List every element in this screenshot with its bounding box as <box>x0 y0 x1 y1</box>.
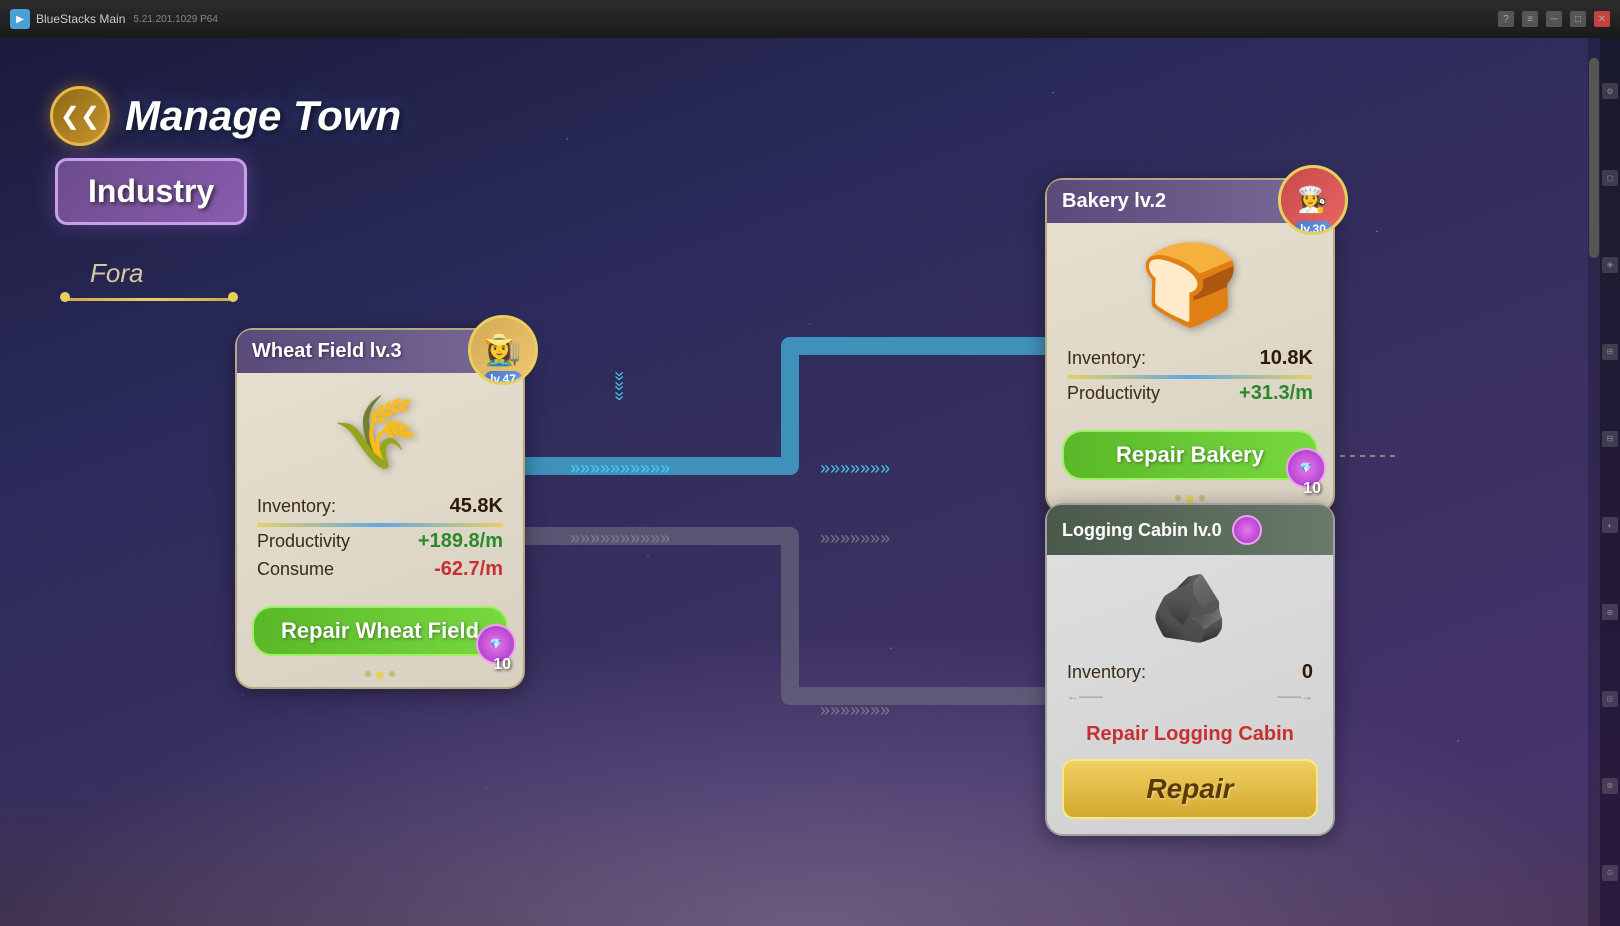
fora-dot-right <box>228 292 238 302</box>
page-title: Manage Town <box>125 92 401 140</box>
logging-card-title: Logging Cabin lv.0 <box>1062 520 1222 541</box>
wheat-icon-area: 🌾 <box>237 373 523 495</box>
bakery-character-avatar: 👩‍🍳 lv.30 <box>1278 165 1348 235</box>
bakery-card-title: Bakery lv.2 <box>1062 190 1166 212</box>
sidebar-icon-3[interactable]: ◈ <box>1602 257 1618 273</box>
wheat-stats: Inventory: 45.8K Productivity +189.8/m C… <box>237 495 523 596</box>
close-btn[interactable]: ✕ <box>1594 11 1610 27</box>
bakery-inventory-label: Inventory: <box>1067 348 1146 369</box>
app-icon: ▶ <box>10 9 30 29</box>
background-trees <box>0 776 1600 926</box>
bakery-card: Bakery lv.2 👩‍🍳 lv.30 🍞 Inventory: 10.8K… <box>1045 178 1335 513</box>
app-name: BlueStacks Main <box>36 12 125 26</box>
logs-icon-area: 🪨 <box>1047 555 1333 661</box>
svg-text:»»»: »»» <box>610 371 630 401</box>
bakery-inventory-bar <box>1067 375 1313 379</box>
logging-stats: Inventory: 0 ←—— ——→ <box>1047 661 1333 718</box>
wheat-character-avatar: 👩‍🌾 lv.47 <box>468 315 538 385</box>
sidebar-icon-7[interactable]: ⊕ <box>1602 604 1618 620</box>
productivity-label: Productivity <box>257 531 350 552</box>
svg-text:»»»»»»»: »»»»»»» <box>820 528 890 548</box>
logging-inventory-row: Inventory: 0 <box>1067 661 1313 684</box>
inventory-value: 45.8K <box>450 495 503 518</box>
bakery-productivity-label: Productivity <box>1067 383 1160 404</box>
bakery-dot-center <box>1186 495 1194 503</box>
logging-inventory-label: Inventory: <box>1067 662 1146 683</box>
bread-icon: 🍞 <box>1047 223 1333 347</box>
industry-button-label: Industry <box>88 173 214 209</box>
bakery-productivity-row: Productivity +31.3/m <box>1067 382 1313 405</box>
back-button[interactable]: ❮❮ <box>50 86 110 146</box>
menu-btn[interactable]: ≡ <box>1522 11 1538 27</box>
repair-wheat-button[interactable]: Repair Wheat Field 💎 10 <box>252 606 508 656</box>
scrollbar-thumb[interactable] <box>1589 58 1599 258</box>
productivity-value: +189.8/m <box>418 530 503 553</box>
question-btn[interactable]: ? <box>1498 11 1514 27</box>
consume-value: -62.7/m <box>434 558 503 581</box>
logging-inventory-value: 0 <box>1302 661 1313 684</box>
repair-logging-btn-label: Repair <box>1146 773 1233 804</box>
bakery-inventory-value: 10.8K <box>1260 347 1313 370</box>
sidebar-icon-2[interactable]: ⬡ <box>1602 170 1618 186</box>
inventory-bar <box>257 523 503 527</box>
bakery-dot-2 <box>1199 495 1205 501</box>
bakery-stats: Inventory: 10.8K Productivity +31.3/m <box>1047 347 1333 420</box>
logging-gem-icon <box>1232 515 1262 545</box>
back-icon: ❮❮ <box>60 102 100 131</box>
repair-bakery-button[interactable]: Repair Bakery 💎 10 <box>1062 430 1318 480</box>
wheat-gem-cost: 10 <box>493 656 511 674</box>
maximize-btn[interactable]: □ <box>1570 11 1586 27</box>
title-bar: ▶ BlueStacks Main 5.21.201.1029 P64 ? ≡ … <box>0 0 1620 38</box>
bakery-dot-1 <box>1175 495 1181 501</box>
window-controls: ? ≡ ─ □ ✕ <box>1498 11 1610 27</box>
consume-label: Consume <box>257 559 334 580</box>
repair-bakery-label: Repair Bakery <box>1116 442 1264 467</box>
character-face-icon: 👩‍🌾 <box>484 333 521 368</box>
wheat-card-bottom-dots <box>237 671 523 687</box>
wheat-crop-icon: 🌾 <box>251 363 510 506</box>
sidebar-icon-10[interactable]: ⊙ <box>1602 865 1618 881</box>
sidebar-icon-9[interactable]: ⊗ <box>1602 778 1618 794</box>
fora-label: Fora <box>90 258 143 289</box>
bakery-inventory-row: Inventory: 10.8K <box>1067 347 1313 370</box>
wheat-card-title: Wheat Field lv.3 <box>252 340 402 363</box>
scrollbar[interactable] <box>1588 38 1600 926</box>
bread-icon-area: 🍞 <box>1047 223 1333 347</box>
app-version: 5.21.201.1029 P64 <box>133 14 218 25</box>
repair-logging-label: Repair Logging Cabin <box>1047 718 1333 751</box>
svg-text:»»»»»»»: »»»»»»» <box>820 458 890 478</box>
repair-wheat-label: Repair Wheat Field <box>281 618 479 643</box>
main-content: ❮❮ Manage Town Industry Fora »»»»»»»»»» … <box>0 38 1600 926</box>
logging-connector-row: ←—— ——→ <box>1067 689 1313 703</box>
dot-center <box>376 671 384 679</box>
sidebar-icon-1[interactable]: ⚙ <box>1602 83 1618 99</box>
logging-cabin-card: Logging Cabin lv.0 🪨 Inventory: 0 ←—— ——… <box>1045 503 1335 836</box>
consume-row: Consume -62.7/m <box>257 558 503 581</box>
logs-icon: 🪨 <box>1047 555 1333 661</box>
fora-connector <box>65 298 235 301</box>
sidebar-icon-6[interactable]: ◐ <box>1602 517 1618 533</box>
fora-dot-left <box>60 292 70 302</box>
bakery-gem-cost: 10 <box>1303 480 1321 498</box>
sidebar-icon-4[interactable]: ⊞ <box>1602 344 1618 360</box>
bakery-character-face: 👩‍🍳 <box>1297 186 1328 215</box>
wheat-field-card: Wheat Field lv.3 👩‍🌾 lv.47 🌾 Inventory: … <box>235 328 525 689</box>
sidebar-icon-8[interactable]: ◎ <box>1602 691 1618 707</box>
minimize-btn[interactable]: ─ <box>1546 11 1562 27</box>
repair-logging-button[interactable]: Repair <box>1062 759 1318 819</box>
productivity-row: Productivity +189.8/m <box>257 530 503 553</box>
dot-1 <box>365 671 371 677</box>
industry-button[interactable]: Industry <box>55 158 247 225</box>
svg-text:»»»»»»»»»»: »»»»»»»»»» <box>570 528 670 548</box>
logging-card-header: Logging Cabin lv.0 <box>1047 505 1333 555</box>
svg-text:»»»»»»»»»»: »»»»»»»»»» <box>570 458 670 478</box>
page-header: ❮❮ Manage Town <box>50 86 401 146</box>
right-sidebar: ⚙ ⬡ ◈ ⊞ ⊟ ◐ ⊕ ◎ ⊗ ⊙ <box>1600 38 1620 926</box>
dot-2 <box>389 671 395 677</box>
bakery-productivity-value: +31.3/m <box>1239 382 1313 405</box>
svg-text:»»»»»»»: »»»»»»» <box>820 700 890 720</box>
sidebar-icon-5[interactable]: ⊟ <box>1602 431 1618 447</box>
inventory-label: Inventory: <box>257 496 336 517</box>
